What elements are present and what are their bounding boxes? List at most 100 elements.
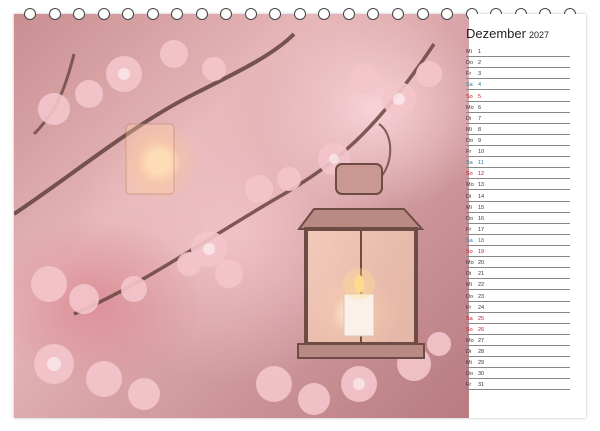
day-number: 1 <box>478 49 482 56</box>
day-number: 28 <box>478 349 485 356</box>
weekday-label: Do <box>466 137 474 144</box>
binding-hole-icon <box>24 8 36 20</box>
day-row: Mi 1 <box>466 46 570 58</box>
day-row: Fr 24 <box>466 302 570 313</box>
weekday-label: Do <box>466 371 474 378</box>
day-number: 7 <box>478 115 482 122</box>
binding-hole-icon <box>73 8 86 20</box>
day-row: Di 14 <box>466 190 570 202</box>
weekday-label: Mo <box>466 104 474 111</box>
day-number: 12 <box>478 171 485 178</box>
binding-hole-icon <box>416 8 429 20</box>
binding-hole-icon <box>244 8 257 20</box>
day-number: 4 <box>478 82 482 89</box>
binding-hole-icon <box>318 8 331 20</box>
binding-hole-icon <box>48 8 61 20</box>
weekday-label: Di <box>466 193 472 200</box>
day-row: Sa 18 <box>466 235 570 246</box>
day-row: Mi 29 <box>466 357 570 369</box>
day-number: 10 <box>478 149 485 156</box>
day-row: Fr 17 <box>466 224 570 235</box>
day-row: So 19 <box>466 246 570 258</box>
day-row: Di 7 <box>466 113 570 124</box>
day-list: Mi 1 Do 2 Fr 3 Sa 4 So 5 Mo 6 Di 7 Mi 8 Do 9 Fr 10 Sa 11 So 12 M… <box>466 46 570 391</box>
weekday-label: Fr <box>466 71 472 78</box>
day-row: Sa 4 <box>466 79 570 91</box>
weekday-label: Mi <box>466 204 472 211</box>
binding-hole-icon <box>122 8 135 20</box>
day-number: 15 <box>478 204 485 211</box>
weekday-label: Fr <box>466 149 472 156</box>
month-title: Dezember 2027 <box>466 26 572 41</box>
weekday-label: So <box>466 326 473 333</box>
weekday-label: Di <box>466 271 472 278</box>
day-row: Do 9 <box>466 135 570 146</box>
day-number: 14 <box>478 193 485 200</box>
day-number: 9 <box>478 137 482 144</box>
day-number: 30 <box>478 371 485 378</box>
month-name: Dezember <box>466 26 526 41</box>
binding-hole-icon <box>269 8 282 20</box>
binding-hole-icon <box>342 8 355 20</box>
binding-hole-icon <box>220 8 233 20</box>
day-number: 18 <box>478 237 485 244</box>
weekday-label: Do <box>466 215 474 222</box>
day-number: 11 <box>478 160 484 167</box>
weekday-label: Mo <box>466 260 474 267</box>
day-row: Do 23 <box>466 290 570 302</box>
weekday-label: So <box>466 171 473 178</box>
binding-hole-icon <box>171 8 184 20</box>
day-number: 13 <box>478 182 485 189</box>
day-row: So 5 <box>466 90 570 102</box>
day-number: 5 <box>478 93 482 100</box>
weekday-label: Sa <box>466 82 473 89</box>
weekday-label: Di <box>466 115 472 122</box>
day-number: 19 <box>478 249 485 256</box>
day-row: Fr 10 <box>466 146 570 158</box>
cherry-blossom-lantern-photo <box>14 14 469 418</box>
day-number: 16 <box>478 215 485 222</box>
day-row: Mi 22 <box>466 279 570 291</box>
weekday-label: Fr <box>466 382 472 389</box>
day-row: Sa 25 <box>466 313 570 324</box>
day-number: 24 <box>478 304 485 311</box>
weekday-label: Mo <box>466 337 474 344</box>
binding-hole-icon <box>293 8 306 20</box>
weekday-label: Sa <box>466 237 473 244</box>
weekday-label: Mi <box>466 49 472 56</box>
day-row: Fr 3 <box>466 68 570 80</box>
day-number: 29 <box>478 360 485 367</box>
day-row: Do 2 <box>466 57 570 69</box>
binding-hole-icon <box>97 8 110 20</box>
day-number: 25 <box>478 315 485 322</box>
day-number: 20 <box>478 260 485 267</box>
day-row: Fr 31 <box>466 379 570 391</box>
binding-hole-icon <box>146 8 159 20</box>
day-row: Di 28 <box>466 346 570 358</box>
binding-hole-icon <box>391 8 404 20</box>
day-number: 3 <box>478 71 482 78</box>
weekday-label: Do <box>466 60 474 67</box>
day-row: Di 21 <box>466 268 570 280</box>
day-number: 31 <box>478 382 485 389</box>
weekday-label: Mi <box>466 282 472 289</box>
day-row: Do 30 <box>466 368 570 380</box>
day-row: Sa 11 <box>466 157 570 169</box>
day-number: 22 <box>478 282 485 289</box>
day-row: Mi 15 <box>466 202 570 213</box>
weekday-label: Do <box>466 293 474 300</box>
day-number: 6 <box>478 104 482 111</box>
day-row: Mo 20 <box>466 257 570 269</box>
weekday-label: Mi <box>466 360 472 367</box>
day-row: So 26 <box>466 324 570 335</box>
day-row: Mo 13 <box>466 179 570 191</box>
weekday-label: So <box>466 249 473 256</box>
weekday-label: Sa <box>466 315 473 322</box>
weekday-label: So <box>466 93 473 100</box>
weekday-label: Fr <box>466 226 472 233</box>
binding-hole-icon <box>367 8 380 20</box>
binding-hole-icon <box>441 8 454 20</box>
day-number: 17 <box>478 226 485 233</box>
day-row: Mo 6 <box>466 102 570 113</box>
day-row: Do 16 <box>466 213 570 224</box>
